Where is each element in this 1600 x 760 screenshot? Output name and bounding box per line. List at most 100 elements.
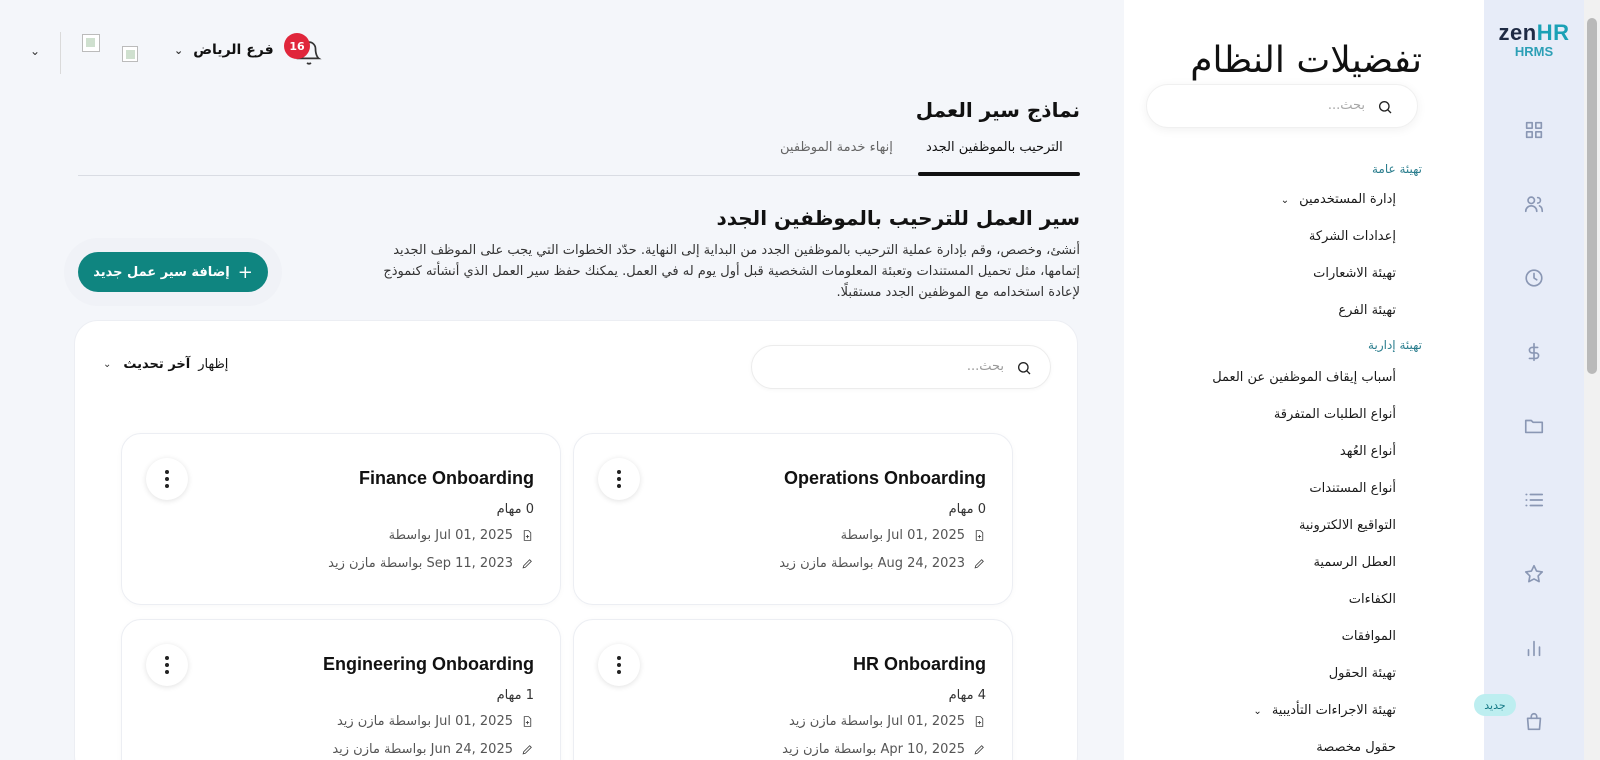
workflow-created: Jul 01, 2025 بواسطة مازن زيد <box>789 714 986 729</box>
workflow-tabs: الترحيب بالموظفين الجدد إنهاء خدمة الموظ… <box>78 132 1080 176</box>
branch-flag-image <box>122 46 138 62</box>
workflow-updated: Sep 11, 2023 بواسطة مازن زيد <box>328 556 534 571</box>
workflow-updated: Aug 24, 2023 بواسطة مازن زيد <box>779 556 986 571</box>
menu-item-custody-types[interactable]: أنواع العُهد <box>1340 444 1396 459</box>
grid-icon[interactable] <box>1520 116 1548 144</box>
branch-selector[interactable]: فرع الرياض ⌄ <box>174 42 274 58</box>
logo-subtitle: HRMS <box>1514 44 1554 59</box>
chevron-down-icon: ⌄ <box>174 43 184 57</box>
bar-chart-icon[interactable] <box>1520 634 1548 662</box>
app-rail: zenHR HRMS جديد <box>1474 0 1600 760</box>
workflow-name: HR Onboarding <box>853 654 986 674</box>
search-icon <box>1018 362 1031 375</box>
topbar-divider <box>60 32 61 74</box>
menu-item-document-types[interactable]: أنواع المستندات <box>1309 481 1396 496</box>
menu-item-label: تهيئة الاجراءات التأديبية <box>1271 703 1396 718</box>
group-label-general: تهيئة عامة <box>1371 162 1422 176</box>
workflow-created: Jul 01, 2025 بواسطة مازن زيد <box>337 714 534 729</box>
page: ⌄ فرع الرياض ⌄ 16 نماذج سير العمل الترحي… <box>0 0 1600 760</box>
account-menu-chevron-icon[interactable]: ⌄ <box>30 44 40 58</box>
pencil-icon <box>973 743 986 756</box>
settings-search-input[interactable]: بحث... <box>1146 84 1418 128</box>
workflow-updated: Jun 24, 2025 بواسطة مازن زيد <box>332 742 534 757</box>
settings-title: تفضيلات النظام <box>1190 40 1422 81</box>
menu-item-fields-setup[interactable]: تهيئة الحقول <box>1329 666 1396 681</box>
more-options-button[interactable] <box>598 458 640 500</box>
workflow-updated-text: Sep 11, 2023 بواسطة مازن زيد <box>328 556 513 571</box>
workflow-updated: Apr 10, 2025 بواسطة مازن زيد <box>782 742 986 757</box>
branch-name: فرع الرياض <box>193 42 274 58</box>
active-tab-indicator <box>918 172 1080 176</box>
chevron-down-icon: ⌄ <box>103 359 112 370</box>
menu-item-custom-fields[interactable]: حقول مخصصة <box>1316 740 1396 755</box>
more-options-button[interactable] <box>146 644 188 686</box>
menu-item-approvals[interactable]: الموافقات <box>1342 629 1396 644</box>
settings-search-placeholder: بحث... <box>1327 98 1365 113</box>
workflow-task-count: 0 مهام <box>948 502 986 517</box>
tab-offboarding[interactable]: إنهاء خدمة الموظفين <box>780 140 893 155</box>
notification-count-badge: 16 <box>284 33 310 59</box>
logo-zen: zen <box>1498 20 1537 45</box>
menu-item-disciplinary-actions[interactable]: تهيئة الاجراءات التأديبية ⌄ <box>1253 703 1396 718</box>
more-options-button[interactable] <box>598 644 640 686</box>
workflow-search-input[interactable]: بحث... <box>751 345 1051 389</box>
menu-item-notifications-setup[interactable]: تهيئة الاشعارات <box>1313 266 1396 281</box>
workflow-task-count: 0 مهام <box>496 502 534 517</box>
file-add-icon <box>973 529 986 542</box>
clock-icon[interactable] <box>1520 264 1548 292</box>
page-title: نماذج سير العمل <box>915 98 1080 122</box>
shopping-bag-icon[interactable] <box>1520 708 1548 736</box>
menu-item-public-holidays[interactable]: العطل الرسمية <box>1313 555 1396 570</box>
workflow-card[interactable]: HR Onboarding 4 مهام Jul 01, 2025 بواسطة… <box>573 619 1013 760</box>
chevron-down-icon: ⌄ <box>1280 195 1290 206</box>
sort-dropdown[interactable]: إظهار آخر تحديث ⌄ <box>103 357 228 372</box>
scrollbar-thumb[interactable] <box>1587 18 1597 374</box>
workflow-section-title: سير العمل للترحيب بالموظفين الجدد <box>716 206 1080 230</box>
workflow-created-text: Jul 01, 2025 بواسطة مازن زيد <box>788 714 965 729</box>
user-avatar[interactable] <box>82 34 100 52</box>
more-options-button[interactable] <box>146 458 188 500</box>
workflow-description: أنشئ، وخصص، وقم بإدارة عملية الترحيب بال… <box>383 243 1080 300</box>
folder-icon[interactable] <box>1520 412 1548 440</box>
page-scrollbar[interactable] <box>1584 0 1600 760</box>
workflow-updated-text: Jun 24, 2025 بواسطة مازن زيد <box>332 742 513 757</box>
star-icon[interactable] <box>1520 560 1548 588</box>
plus-icon: + <box>237 261 253 283</box>
menu-item-misc-request-types[interactable]: أنواع الطلبات المتفرقة <box>1274 407 1396 422</box>
pencil-icon <box>973 557 986 570</box>
workflow-created: Jul 01, 2025 بواسطة <box>389 528 534 543</box>
tab-onboarding[interactable]: الترحيب بالموظفين الجدد <box>926 140 1063 155</box>
dollar-icon[interactable] <box>1520 338 1548 366</box>
logo-hr: HR <box>1536 20 1570 45</box>
sort-label: إظهار <box>198 357 229 372</box>
settings-panel: تفضيلات النظام بحث... تهيئة عامة إدارة ا… <box>1124 0 1484 760</box>
zenhr-logo[interactable]: zenHR HRMS <box>1494 20 1574 59</box>
file-add-icon <box>521 715 534 728</box>
add-workflow-button[interactable]: + إضافة سير عمل جديد <box>78 252 268 292</box>
workflow-card[interactable]: Operations Onboarding 0 مهام Jul 01, 202… <box>573 433 1013 605</box>
menu-item-e-signatures[interactable]: التواقيع الالكترونية <box>1299 518 1396 533</box>
menu-item-label: إدارة المستخدمين <box>1299 192 1396 207</box>
workflow-search-placeholder: بحث... <box>966 359 1004 374</box>
pencil-icon <box>521 743 534 756</box>
menu-item-user-management[interactable]: إدارة المستخدمين ⌄ <box>1281 192 1396 207</box>
group-label-administrative: تهيئة إدارية <box>1368 338 1422 352</box>
workflow-updated-text: Apr 10, 2025 بواسطة مازن زيد <box>782 742 965 757</box>
workflow-created-text: Jul 01, 2025 بواسطة <box>840 528 965 543</box>
workflow-list-panel: بحث... إظهار آخر تحديث ⌄ Operations Onbo… <box>74 320 1078 760</box>
list-icon[interactable] <box>1520 486 1548 514</box>
menu-item-suspension-reasons[interactable]: أسباب إيقاف الموظفين عن العمل <box>1212 370 1396 385</box>
pencil-icon <box>521 557 534 570</box>
workflow-name: Finance Onboarding <box>358 468 534 488</box>
new-badge: جديد <box>1474 694 1516 716</box>
users-icon[interactable] <box>1520 190 1548 218</box>
sort-value: آخر تحديث <box>123 357 191 372</box>
menu-item-company-settings[interactable]: إعدادات الشركة <box>1309 229 1396 244</box>
workflow-card[interactable]: Finance Onboarding 0 مهام Jul 01, 2025 ب… <box>121 433 561 605</box>
chevron-down-icon: ⌄ <box>1253 706 1262 717</box>
file-add-icon <box>521 529 534 542</box>
menu-item-competencies[interactable]: الكفاءات <box>1349 592 1396 607</box>
file-add-icon <box>973 715 986 728</box>
workflow-card[interactable]: Engineering Onboarding 1 مهام Jul 01, 20… <box>121 619 561 760</box>
menu-item-branch-setup[interactable]: تهيئة الفرع <box>1338 303 1396 318</box>
